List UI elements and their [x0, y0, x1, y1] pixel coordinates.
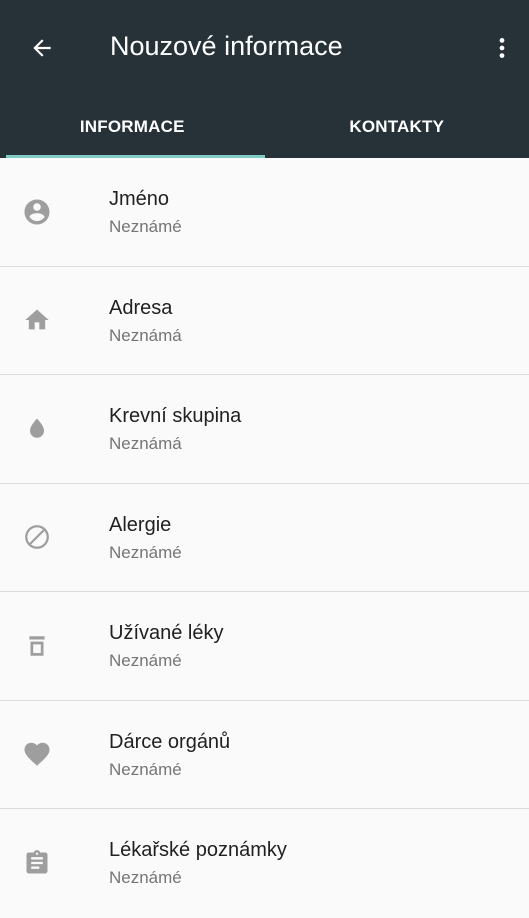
- pill-bottle-icon: [22, 631, 52, 661]
- list-item-value: Neznámé: [109, 759, 182, 781]
- list-item-title: Jméno: [109, 186, 169, 212]
- list-item-value: Neznámé: [109, 542, 182, 564]
- tab-kontakty-label: KONTAKTY: [349, 117, 444, 137]
- list-item-title: Adresa: [109, 295, 172, 321]
- account-circle-icon: [22, 197, 52, 227]
- list-item-value: Neznámá: [109, 325, 182, 347]
- list-item-value: Neznámá: [109, 433, 182, 455]
- tab-informace[interactable]: INFORMACE: [0, 96, 265, 158]
- info-list: Jméno Neznámé Adresa Neznámá Krevní skup…: [0, 158, 529, 918]
- list-item-title: Lékařské poznámky: [109, 837, 287, 863]
- home-icon: [22, 305, 52, 335]
- overflow-menu-button[interactable]: [480, 22, 524, 74]
- arrow-back-icon: [29, 35, 55, 61]
- list-item-title: Krevní skupina: [109, 403, 241, 429]
- list-item-title: Užívané léky: [109, 620, 224, 646]
- list-item-value: Neznámé: [109, 867, 182, 889]
- list-item-blood-type[interactable]: Krevní skupina Neznámá: [0, 375, 529, 484]
- back-button[interactable]: [16, 22, 68, 74]
- heart-icon: [22, 739, 52, 769]
- list-item-title: Dárce orgánů: [109, 729, 230, 755]
- list-item-name[interactable]: Jméno Neznámé: [0, 158, 529, 267]
- block-icon: [22, 522, 52, 552]
- list-item-title: Alergie: [109, 512, 171, 538]
- list-item-medical-notes[interactable]: Lékařské poznámky Neznámé: [0, 809, 529, 918]
- page-title: Nouzové informace: [110, 26, 343, 66]
- list-item-allergies[interactable]: Alergie Neznámé: [0, 484, 529, 593]
- clipboard-icon: [22, 848, 52, 878]
- list-item-organ-donor[interactable]: Dárce orgánů Neznámé: [0, 701, 529, 810]
- list-item-value: Neznámé: [109, 216, 182, 238]
- list-item-address[interactable]: Adresa Neznámá: [0, 267, 529, 376]
- list-item-value: Neznámé: [109, 650, 182, 672]
- app-bar: Nouzové informace INFORMACE KONTAKTY: [0, 0, 529, 158]
- blood-drop-icon: [22, 414, 52, 444]
- more-vert-icon: [489, 35, 515, 61]
- tab-kontakty[interactable]: KONTAKTY: [265, 96, 529, 158]
- list-item-medications[interactable]: Užívané léky Neznámé: [0, 592, 529, 701]
- tab-bar: INFORMACE KONTAKTY: [0, 96, 529, 158]
- tab-informace-label: INFORMACE: [80, 117, 185, 137]
